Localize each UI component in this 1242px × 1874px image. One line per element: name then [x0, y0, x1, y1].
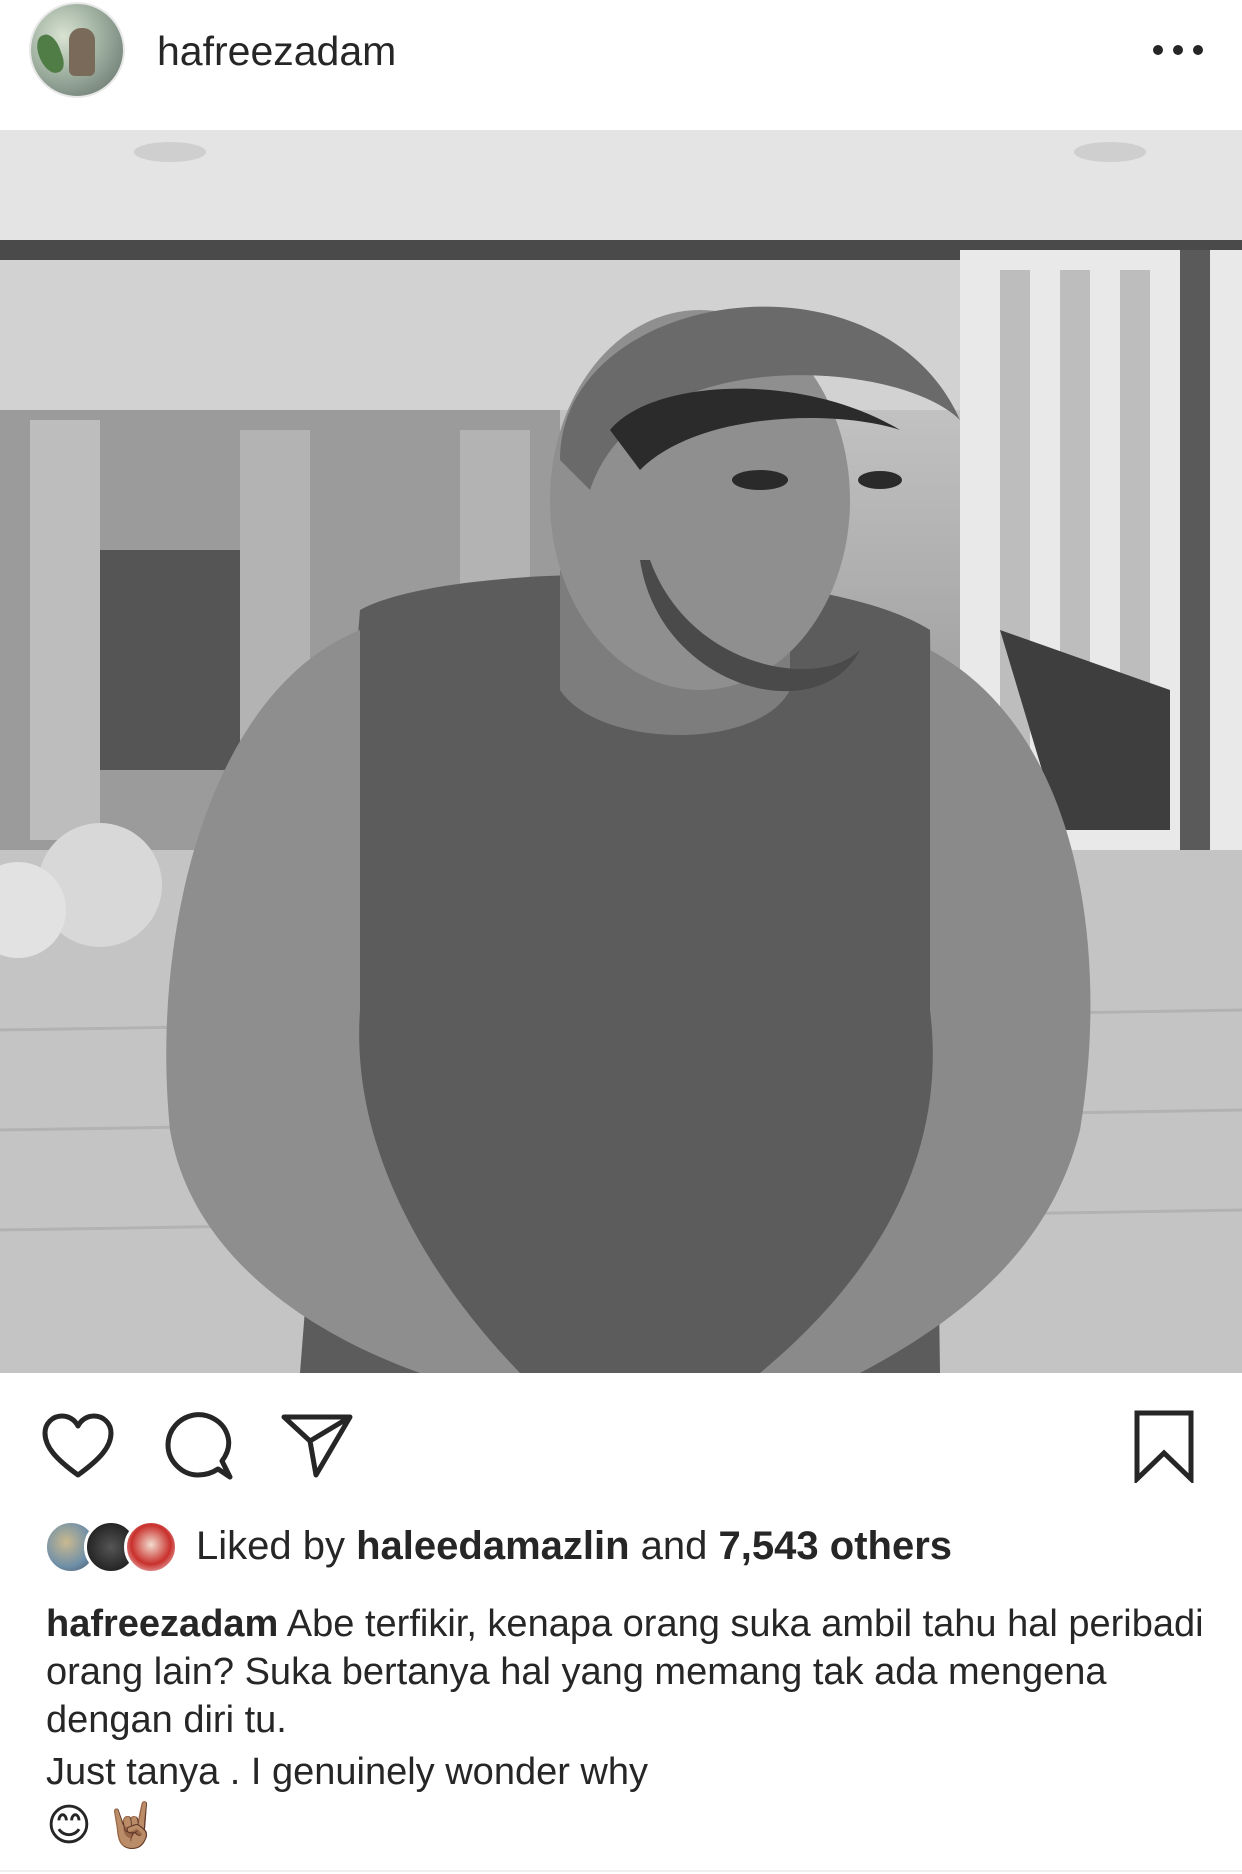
likes-middle: and — [640, 1524, 708, 1568]
avatar-leaf-decoration — [32, 31, 68, 77]
caption-line-2: Just tanya . I genuinely wonder why — [46, 1751, 649, 1793]
avatar-figure-decoration — [69, 28, 95, 76]
likes-prefix: Liked by — [196, 1524, 345, 1568]
heart-icon[interactable] — [42, 1413, 114, 1479]
profile-avatar[interactable] — [29, 2, 125, 98]
liker-avatar[interactable] — [124, 1520, 178, 1574]
likes-row: Liked by haleedamazlin and 7,543 others — [44, 1518, 1194, 1578]
bookmark-icon[interactable] — [1132, 1409, 1196, 1483]
post-actions — [0, 1373, 1242, 1503]
caption-emojis: 😊 🤘🏽 — [46, 1801, 159, 1850]
likes-count-link[interactable]: 7,543 others — [719, 1524, 952, 1568]
post-username[interactable]: hafreezadam — [157, 28, 396, 75]
comment-icon[interactable] — [164, 1411, 234, 1481]
send-icon[interactable] — [280, 1411, 354, 1479]
post-photo[interactable] — [0, 130, 1242, 1373]
likes-user-link[interactable]: haleedamazlin — [356, 1524, 629, 1568]
liker-avatars — [44, 1520, 180, 1574]
photo-illustration — [0, 130, 1242, 1373]
post-header: hafreezadam — [0, 0, 1242, 128]
more-horizontal-icon[interactable] — [1150, 36, 1206, 64]
post-divider — [0, 1870, 1242, 1872]
likes-text: Liked by haleedamazlin and 7,543 others — [196, 1524, 952, 1569]
caption-username[interactable]: hafreezadam — [46, 1603, 278, 1645]
post-caption: hafreezadam Abe terfikir, kenapa orang s… — [46, 1600, 1206, 1796]
